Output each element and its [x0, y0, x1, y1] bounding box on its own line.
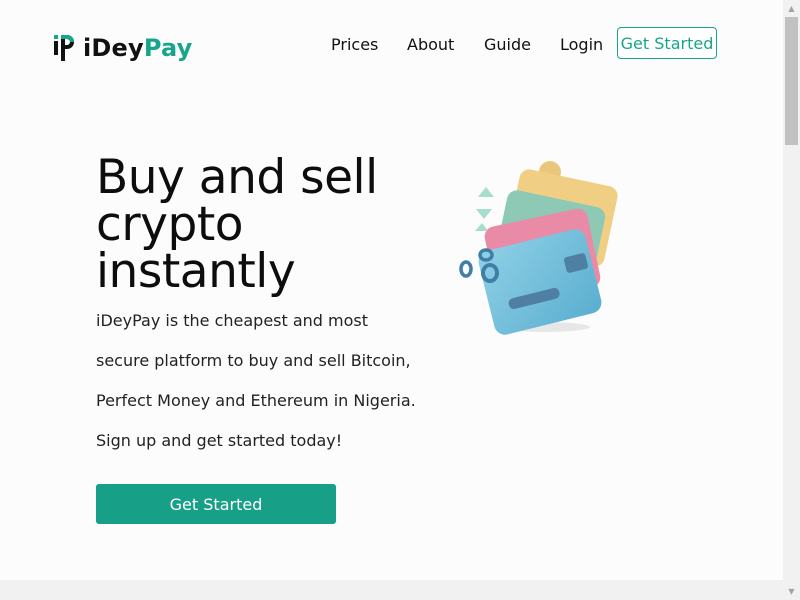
hero-title-line: instantly	[96, 244, 296, 299]
next-section-band	[0, 580, 783, 600]
page: iDeyPay Prices About Guide Login Get Sta…	[0, 0, 783, 600]
wallet-cards-illustration	[459, 161, 618, 335]
nav-item-guide[interactable]: Guide	[484, 28, 531, 60]
brand-name-part1: iDey	[83, 34, 144, 62]
nav-link-guide[interactable]: Guide	[484, 35, 531, 54]
hero-get-started-button[interactable]: Get Started	[96, 484, 336, 524]
nav-link-prices[interactable]: Prices	[331, 35, 378, 54]
scroll-down-arrow-icon[interactable]: ▼	[783, 583, 800, 600]
idp-logo-icon	[54, 35, 74, 61]
hero-description-line: Sign up and get started today!	[96, 431, 343, 450]
vertical-scrollbar[interactable]: ▲ ▼	[783, 0, 800, 600]
hero-title: Buy and sell crypto instantly	[96, 154, 416, 295]
nav-get-started-button[interactable]: Get Started	[617, 27, 717, 59]
hero-description-line: iDeyPay is the cheapest and most	[96, 311, 369, 330]
scroll-up-arrow-icon[interactable]: ▲	[783, 0, 800, 17]
hero-title-line: Buy and sell	[96, 150, 378, 205]
hero-description-line: Perfect Money and Ethereum in Nigeria.	[96, 391, 416, 410]
nav-link-login[interactable]: Login	[560, 35, 603, 54]
scrollbar-thumb[interactable]	[785, 17, 798, 145]
hero-title-line: crypto	[96, 197, 244, 252]
brand-name-part2: Pay	[143, 34, 193, 62]
hero-description-line: secure platform to buy and sell Bitcoin,	[96, 351, 411, 370]
hero-description: iDeyPay is the cheapest and most secure …	[96, 304, 416, 464]
brand-logo[interactable]: iDeyPay	[53, 31, 193, 65]
nav-link-about[interactable]: About	[407, 35, 454, 54]
nav-item-prices[interactable]: Prices	[331, 28, 378, 60]
brand-name: iDeyPay	[83, 34, 193, 62]
nav-item-about[interactable]: About	[407, 28, 454, 60]
nav-item-login[interactable]: Login	[560, 28, 603, 60]
